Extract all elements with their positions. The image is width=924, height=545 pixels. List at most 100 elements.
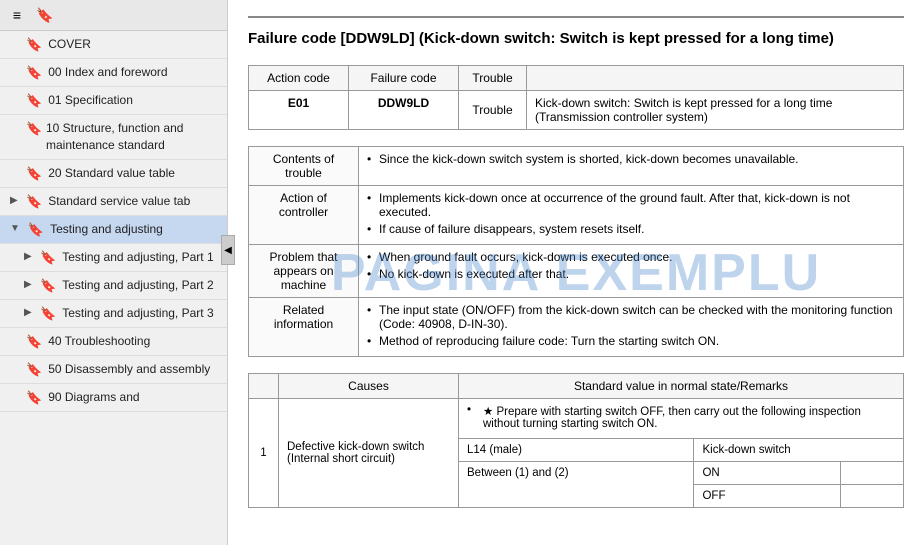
sidebar-item-label: Testing and adjusting <box>50 221 163 238</box>
bookmark-icon: 🔖 <box>26 121 40 137</box>
prepare-item: ★ Prepare with starting switch OFF, then… <box>467 404 895 430</box>
related-list: The input state (ON/OFF) from the kick-d… <box>367 303 895 348</box>
contents-item: Since the kick-down switch system is sho… <box>367 152 895 166</box>
sidebar-item-service[interactable]: ▶ 🔖 Standard service value tab <box>0 188 227 216</box>
sidebar-item-testing3[interactable]: ▶ 🔖 Testing and adjusting, Part 3 <box>0 300 227 328</box>
bookmark-icon: 🔖 <box>26 37 42 53</box>
bookmark-icon: 🔖 <box>26 93 42 109</box>
sidebar-item-disassembly[interactable]: 🔖 50 Disassembly and assembly <box>0 356 227 384</box>
sidebar-toolbar: ≡ 🔖 <box>0 0 227 31</box>
sidebar-item-index[interactable]: 🔖 00 Index and foreword <box>0 59 227 87</box>
expand-arrow[interactable]: ▼ <box>10 223 20 234</box>
contents-label: Contents of trouble <box>249 147 359 186</box>
details-table: Contents of trouble Since the kick-down … <box>248 146 904 357</box>
off-label: OFF <box>694 485 841 508</box>
no-arrow <box>10 167 18 178</box>
row-number: 1 <box>249 399 279 508</box>
sidebar-item-label: 00 Index and foreword <box>48 64 167 81</box>
sidebar-item-label: 01 Specification <box>48 92 133 109</box>
kickdown-label: Kick-down switch <box>694 439 904 462</box>
action-item-1: Implements kick-down once at occurrence … <box>367 191 895 219</box>
sidebar-item-testing1[interactable]: ▶ 🔖 Testing and adjusting, Part 1 <box>0 244 227 272</box>
sidebar-item-spec[interactable]: 🔖 01 Specification <box>0 87 227 115</box>
sidebar-item-label: Testing and adjusting, Part 3 <box>62 305 213 322</box>
bookmark-icon: 🔖 <box>26 390 42 406</box>
problem-item-2: No kick-down is executed after that. <box>367 267 895 281</box>
sidebar-item-testing2[interactable]: ▶ 🔖 Testing and adjusting, Part 2 <box>0 272 227 300</box>
sidebar-item-structure[interactable]: 🔖 10 Structure, function and maintenance… <box>0 115 227 160</box>
trouble-cell: Trouble <box>459 91 527 130</box>
problem-item-1: When ground fault occurs, kick-down is e… <box>367 250 895 264</box>
sidebar-collapse-button[interactable]: ◀ <box>221 235 235 265</box>
sidebar-item-label: Testing and adjusting, Part 1 <box>62 249 213 266</box>
bookmark-icon: 🔖 <box>40 306 56 322</box>
related-item-2: Method of reproducing failure code: Turn… <box>367 334 895 348</box>
sidebar-item-label: COVER <box>48 36 91 53</box>
bookmark-icon: 🔖 <box>28 222 44 238</box>
failure-code-header: Failure code <box>349 66 459 91</box>
action-code-header: Action code <box>249 66 349 91</box>
on-value <box>841 462 904 485</box>
top-divider <box>248 16 904 18</box>
expand-arrow[interactable]: ▶ <box>24 279 32 290</box>
bookmark-icon: 🔖 <box>40 278 56 294</box>
sidebar-item-testing[interactable]: ▼ 🔖 Testing and adjusting <box>0 216 227 244</box>
bookmark-toolbar-icon[interactable]: 🔖 <box>34 4 56 26</box>
problem-list: When ground fault occurs, kick-down is e… <box>367 250 895 281</box>
no-arrow <box>10 94 18 105</box>
sidebar-item-label: 90 Diagrams and <box>48 389 139 406</box>
sidebar-item-cover[interactable]: 🔖 COVER <box>0 31 227 59</box>
no-arrow <box>10 391 18 402</box>
action-value: Implements kick-down once at occurrence … <box>359 186 904 245</box>
standard-header: Standard value in normal state/Remarks <box>459 374 904 399</box>
expand-arrow[interactable]: ▶ <box>10 195 18 206</box>
related-value: The input state (ON/OFF) from the kick-d… <box>359 298 904 357</box>
action-item-2: If cause of failure disappears, system r… <box>367 222 895 236</box>
action-code-value: E01 <box>249 91 349 130</box>
sidebar-item-label: Testing and adjusting, Part 2 <box>62 277 213 294</box>
sidebar-item-label: 10 Structure, function and maintenance s… <box>46 120 219 154</box>
expand-arrow[interactable]: ▶ <box>24 307 32 318</box>
menu-icon[interactable]: ≡ <box>6 4 28 26</box>
related-item-1: The input state (ON/OFF) from the kick-d… <box>367 303 895 331</box>
sidebar-item-label: Standard service value tab <box>48 193 190 210</box>
failure-code-value: DDW9LD <box>349 91 459 130</box>
bookmark-icon: 🔖 <box>40 250 56 266</box>
sidebar-item-label: 40 Troubleshooting <box>48 333 150 350</box>
bookmark-icon: 🔖 <box>26 334 42 350</box>
action-list: Implements kick-down once at occurrence … <box>367 191 895 236</box>
causes-table: Causes Standard value in normal state/Re… <box>248 373 904 508</box>
sidebar-item-standard[interactable]: 🔖 20 Standard value table <box>0 160 227 188</box>
contents-list: Since the kick-down switch system is sho… <box>367 152 895 166</box>
sidebar-item-label: 50 Disassembly and assembly <box>48 361 210 378</box>
trouble-description: Kick-down switch: Switch is kept pressed… <box>527 91 904 130</box>
main-content: PAGINA EXEMPLU Failure code [DDW9LD] (Ki… <box>228 0 924 545</box>
causes-header: Causes <box>279 374 459 399</box>
action-label: Action of controller <box>249 186 359 245</box>
l14-label: L14 (male) <box>459 439 694 462</box>
page-title: Failure code [DDW9LD] (Kick-down switch:… <box>248 28 904 49</box>
num-header <box>249 374 279 399</box>
failure-code-table: Action code Failure code Trouble E01 DDW… <box>248 65 904 130</box>
no-arrow <box>10 363 18 374</box>
sidebar-item-label: 20 Standard value table <box>48 165 175 182</box>
sidebar-item-diagrams[interactable]: 🔖 90 Diagrams and <box>0 384 227 412</box>
no-arrow <box>10 122 18 133</box>
contents-value: Since the kick-down switch system is sho… <box>359 147 904 186</box>
bookmark-icon: 🔖 <box>26 166 42 182</box>
sidebar-item-troubleshooting[interactable]: 🔖 40 Troubleshooting <box>0 328 227 356</box>
expand-arrow[interactable]: ▶ <box>24 251 32 262</box>
cause-label: Defective kick-down switch (Internal sho… <box>279 399 459 508</box>
on-label: ON <box>694 462 841 485</box>
trouble-desc-header <box>527 66 904 91</box>
prepare-text: ★ Prepare with starting switch OFF, then… <box>459 399 904 439</box>
prepare-list: ★ Prepare with starting switch OFF, then… <box>467 404 895 430</box>
bookmark-icon: 🔖 <box>26 362 42 378</box>
problem-value: When ground fault occurs, kick-down is e… <box>359 245 904 298</box>
trouble-header: Trouble <box>459 66 527 91</box>
between-label: Between (1) and (2) <box>459 462 694 508</box>
problem-label: Problem that appears on machine <box>249 245 359 298</box>
no-arrow <box>10 335 18 346</box>
related-label: Related information <box>249 298 359 357</box>
off-value <box>841 485 904 508</box>
